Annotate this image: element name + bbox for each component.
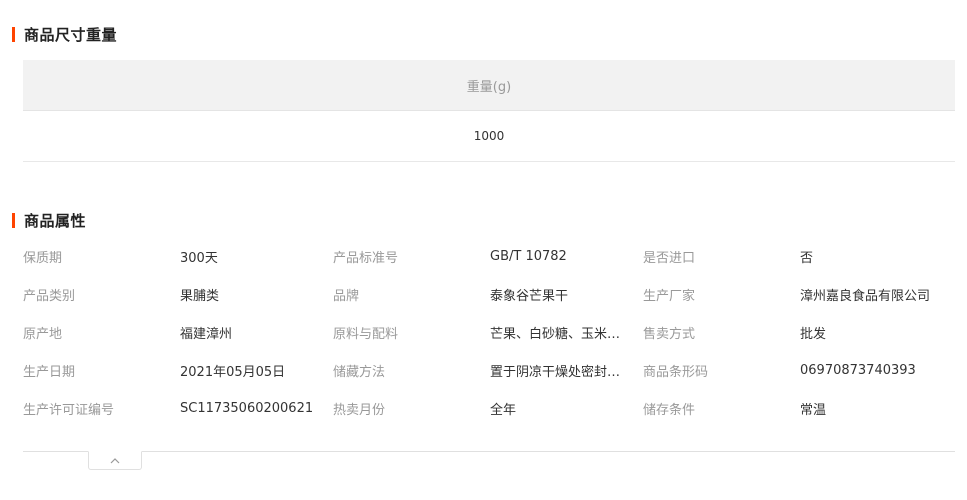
attr-value: 福建漳州 [180,326,233,342]
attribute-grid: 保质期 300天 产品标准号 GB/T 10782 是否进口 否 产品类别 果脯… [23,237,955,427]
attr-value: 泰象谷芒果干 [490,288,569,304]
attr-label: 保质期 [23,250,63,266]
attr-section-heading: 商品属性 [12,210,86,230]
attr-value: 果脯类 [180,288,220,304]
attr-value: 置于阴凉干燥处密封… [490,364,621,380]
attribute-row: 生产许可证编号 SC11735060200621 热卖月份 全年 储存条件 常温 [23,389,955,427]
weight-value: 1000 [473,129,505,143]
section-divider [23,451,955,452]
attr-value: 2021年05月05日 [180,364,286,380]
collapse-button[interactable] [88,451,142,470]
attr-label: 商品条形码 [643,364,709,380]
accent-bar [12,26,15,42]
attr-label: 热卖月份 [333,402,386,418]
attr-label: 生产厂家 [643,288,696,304]
attr-value: 否 [800,250,814,266]
chevron-up-icon [110,457,120,464]
attribute-row: 产品类别 果脯类 品牌 泰象谷芒果干 生产厂家 漳州嘉良食品有限公司 [23,275,955,313]
attr-value: 全年 [490,402,517,418]
attr-label: 原料与配料 [333,326,399,342]
attr-value: GB/T 10782 [490,248,567,264]
attr-label: 售卖方式 [643,326,696,342]
attr-value: 芒果、白砂糖、玉米… [490,326,621,342]
attr-label: 储存条件 [643,402,696,418]
accent-bar [12,212,15,228]
attr-value: SC11735060200621 [180,400,314,416]
attr-label: 生产许可证编号 [23,402,115,418]
weight-column-header: 重量(g) [23,60,955,111]
attribute-row: 生产日期 2021年05月05日 储藏方法 置于阴凉干燥处密封… 商品条形码 0… [23,351,955,389]
attr-label: 储藏方法 [333,364,386,380]
attr-section-title: 商品属性 [24,211,87,230]
attr-label: 产品标准号 [333,250,399,266]
attr-label: 产品类别 [23,288,76,304]
size-section-heading: 商品尺寸重量 [12,24,117,44]
attr-label: 原产地 [23,326,63,342]
attr-label: 是否进口 [643,250,696,266]
attribute-row: 保质期 300天 产品标准号 GB/T 10782 是否进口 否 [23,237,955,275]
attr-value: 300天 [180,250,218,266]
attr-value: 常温 [800,402,827,418]
attr-value: 漳州嘉良食品有限公司 [800,288,931,304]
attr-label: 生产日期 [23,364,76,380]
attr-value: 06970873740393 [800,362,916,378]
attr-value: 批发 [800,326,827,342]
attribute-row: 原产地 福建漳州 原料与配料 芒果、白砂糖、玉米… 售卖方式 批发 [23,313,955,351]
size-weight-table: 重量(g) 1000 [23,60,955,162]
size-section-title: 商品尺寸重量 [24,25,118,44]
attr-label: 品牌 [333,288,360,304]
